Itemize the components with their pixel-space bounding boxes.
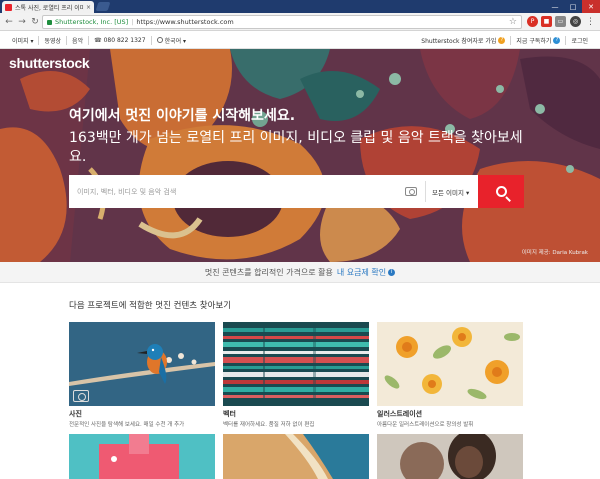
phone-contact[interactable]: ☎ 080 822 1327 bbox=[89, 37, 150, 44]
icons-thumbnail[interactable] bbox=[69, 434, 215, 479]
hero-banner: shutterstock 여기에서 멋진 이야기를 시작해보세요. 163백만 … bbox=[0, 49, 600, 262]
reload-icon[interactable]: ↻ bbox=[29, 16, 41, 28]
search-input[interactable]: 이미지, 벡터, 비디오 및 음악 검색 bbox=[69, 187, 405, 197]
card-icons-preview[interactable] bbox=[69, 434, 215, 479]
card-title: 벡터 bbox=[223, 410, 236, 418]
url-separator: | bbox=[131, 18, 134, 26]
address-input[interactable]: Shutterstock, Inc. [US] | https://www.sh… bbox=[42, 15, 522, 29]
url-text: https://www.shutterstock.com bbox=[136, 18, 234, 26]
card-photos[interactable]: 사진 전문적인 사진을 탐색해 보세요. 매일 수천 개 추가 bbox=[69, 322, 215, 428]
view-plans-link[interactable]: 내 요금제 확인 bbox=[337, 267, 386, 278]
help-badge-icon: ? bbox=[498, 36, 506, 44]
pinterest-extension-icon[interactable]: P bbox=[527, 16, 538, 27]
site-utility-bar: 이미지 ▾ 동영상 음악 ☎ 080 822 1327 한국어 ▾ Shutte… bbox=[0, 32, 600, 49]
card-aerial-preview[interactable] bbox=[223, 434, 369, 479]
address-bar-row: ← → ↻ Shutterstock, Inc. [US] | https://… bbox=[0, 13, 600, 31]
aerial-thumbnail[interactable] bbox=[223, 434, 369, 479]
profile-extension-icon[interactable]: ◎ bbox=[570, 16, 581, 27]
promo-strip: 멋진 콘텐츠를 합리적인 가격으로 활용 내 요금제 확인 i bbox=[0, 262, 600, 283]
card-title: 일러스트레이션 bbox=[377, 410, 423, 418]
image-credit: 이미지 제공: Daria Kubrak bbox=[521, 250, 588, 256]
cast-extension-icon[interactable]: ▭ bbox=[555, 16, 566, 27]
hero-subheadline: 163백만 개가 넘는 로열티 프리 이미지, 비디오 클립 및 음악 트랙을 … bbox=[69, 130, 523, 165]
back-arrow-icon[interactable]: ← bbox=[3, 16, 15, 28]
camera-icon[interactable] bbox=[405, 187, 417, 196]
help-badge-icon: ? bbox=[553, 36, 561, 44]
nav-images[interactable]: 이미지 ▾ bbox=[0, 36, 38, 45]
card-illustrations[interactable]: 일러스트레이션 아름다운 일러스트레이션으로 창의성 발휘 bbox=[377, 322, 523, 428]
lock-icon bbox=[47, 19, 52, 25]
card-vectors[interactable]: 벡터 벡터를 재어하세요. 품질 저하 없이 편집 bbox=[223, 322, 369, 428]
search-icon bbox=[495, 186, 507, 197]
search-type-dropdown[interactable]: 모든 이미지 ▾ bbox=[426, 187, 478, 197]
card-description: 벡터를 재어하세요. 품질 저하 없이 편집 bbox=[223, 422, 315, 428]
hero-headline: 여기에서 멋진 이야기를 시작해보세요. bbox=[69, 108, 296, 124]
new-tab-button[interactable] bbox=[95, 2, 111, 11]
subscribe-link[interactable]: 지금 구독하기 ? bbox=[511, 36, 565, 45]
browser-menu-icon[interactable]: ⋮ bbox=[585, 16, 596, 27]
phone-number: 080 822 1327 bbox=[103, 36, 146, 44]
tab-close-icon[interactable]: × bbox=[86, 4, 91, 11]
minimize-icon[interactable]: — bbox=[546, 0, 564, 13]
nav-music[interactable]: 음악 bbox=[67, 36, 88, 45]
browser-tab[interactable]: 스톡 사진, 로열티 프리 이미지, 벡... × bbox=[2, 1, 94, 13]
card-description: 전문적인 사진을 탐색해 보세요. 매일 수천 개 추가 bbox=[69, 422, 185, 428]
window-controls: — □ ✕ bbox=[546, 0, 600, 13]
contributor-join-label: Shutterstock 참여자로 가입 bbox=[421, 37, 497, 45]
promo-text: 멋진 콘텐츠를 합리적인 가격으로 활용 bbox=[204, 267, 333, 277]
people-thumbnail[interactable] bbox=[377, 434, 523, 479]
shutterstock-logo[interactable]: shutterstock bbox=[9, 55, 90, 71]
contributor-join-link[interactable]: Shutterstock 참여자로 가입 ? bbox=[416, 36, 510, 45]
login-link[interactable]: 로그인 bbox=[566, 36, 600, 45]
forward-arrow-icon[interactable]: → bbox=[16, 16, 28, 28]
section-title: 다음 프로젝트에 적합한 멋진 컨텐츠 찾아보기 bbox=[69, 301, 232, 311]
photo-camera-icon bbox=[73, 390, 89, 402]
window-close-icon[interactable]: ✕ bbox=[582, 0, 600, 13]
browser-tab-bar: 스톡 사진, 로열티 프리 이미지, 벡... × — □ ✕ bbox=[0, 0, 600, 13]
mail-extension-icon[interactable]: ■ bbox=[541, 16, 552, 27]
phone-icon: ☎ bbox=[94, 36, 102, 44]
vector-thumbnail[interactable] bbox=[223, 322, 369, 406]
card-title: 사진 bbox=[69, 410, 82, 418]
card-description: 아름다운 일러스트레이션으로 창의성 발휘 bbox=[377, 422, 474, 428]
globe-icon bbox=[156, 37, 163, 43]
nav-video[interactable]: 동영상 bbox=[39, 36, 66, 45]
maximize-icon[interactable]: □ bbox=[564, 0, 582, 13]
info-icon[interactable]: i bbox=[388, 268, 396, 276]
search-bar: 이미지, 벡터, 비디오 및 음악 검색 모든 이미지 ▾ bbox=[69, 175, 524, 208]
shutterstock-favicon-icon bbox=[5, 3, 12, 11]
photo-thumbnail[interactable] bbox=[69, 322, 215, 406]
card-people-preview[interactable] bbox=[377, 434, 523, 479]
bookmark-star-icon[interactable]: ☆ bbox=[509, 17, 517, 27]
language-label: 한국어 ▾ bbox=[164, 37, 187, 45]
illustration-thumbnail[interactable] bbox=[377, 322, 523, 406]
subscribe-label: 지금 구독하기 bbox=[516, 37, 552, 45]
language-selector[interactable]: 한국어 ▾ bbox=[152, 36, 191, 45]
tab-title: 스톡 사진, 로열티 프리 이미지, 벡... bbox=[15, 4, 84, 12]
search-button[interactable] bbox=[478, 175, 524, 208]
secure-origin-label: Shutterstock, Inc. [US] bbox=[55, 18, 129, 26]
